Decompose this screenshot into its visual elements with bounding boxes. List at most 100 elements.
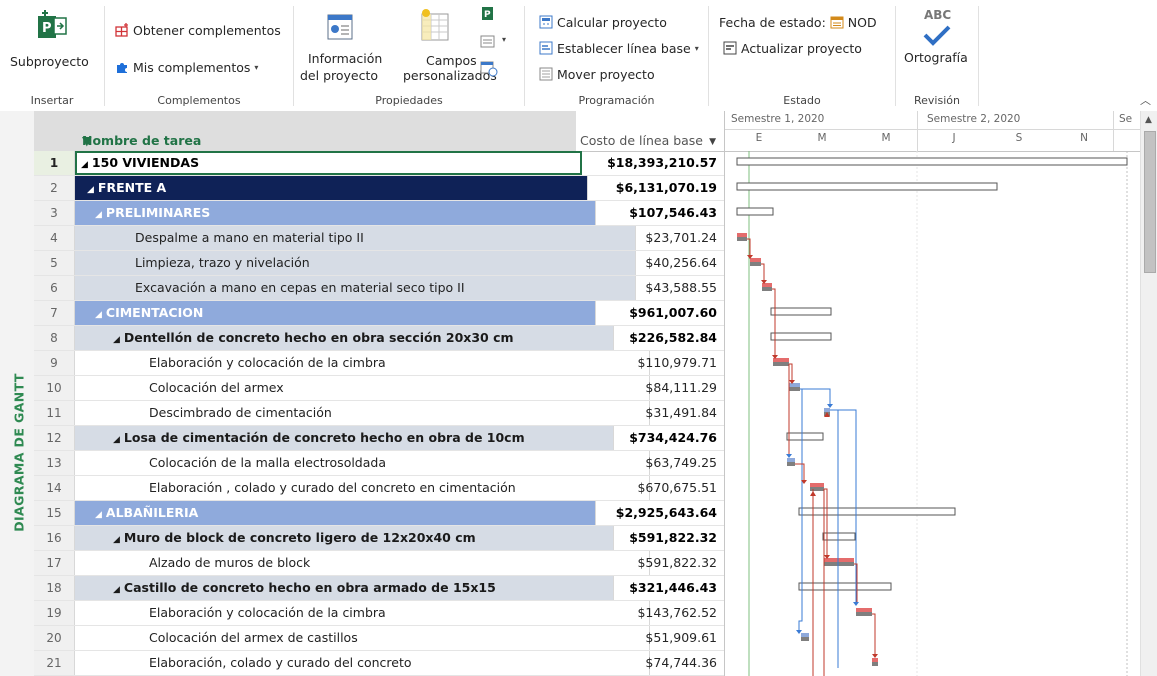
collapse-triangle-icon[interactable]: ◢ xyxy=(113,535,120,545)
collapse-triangle-icon[interactable]: ◢ xyxy=(113,435,120,445)
baseline-cost-cell[interactable]: $670,675.51 xyxy=(576,476,717,500)
column-filter-icon[interactable]: ▼ xyxy=(82,133,572,148)
scroll-up-icon[interactable]: ▲ xyxy=(1145,115,1152,125)
table-row[interactable]: 15 ◢ ALBAÑILERIA $2,925,643.64 xyxy=(34,501,724,526)
field-dropdown-button[interactable]: ▾ xyxy=(480,34,510,50)
baseline-cost-cell[interactable]: $31,491.84 xyxy=(576,401,717,425)
task-name-cell[interactable]: Elaboración y colocación de la cimbra xyxy=(75,601,650,625)
task-bar-5[interactable] xyxy=(750,258,761,266)
task-name-cell[interactable]: Alzado de muros de block xyxy=(75,551,650,575)
baseline-cost-cell[interactable]: $107,546.43 xyxy=(576,201,717,225)
subproject-button[interactable]: P Subproyecto xyxy=(8,6,98,72)
task-name-cell[interactable]: ◢ Losa de cimentación de concreto hecho e… xyxy=(75,426,614,450)
project-info-button[interactable]: Información del proyecto xyxy=(300,6,382,90)
baseline-cost-cell[interactable]: $63,749.25 xyxy=(576,451,717,475)
table-row[interactable]: 10 Colocación del armex $84,111.29 xyxy=(34,376,724,401)
task-bar-4[interactable] xyxy=(737,233,747,241)
baseline-cost-cell[interactable]: $74,744.36 xyxy=(576,651,717,675)
row-number[interactable]: 2 xyxy=(34,176,75,200)
task-bar-20[interactable] xyxy=(801,633,809,641)
task-bar-14[interactable] xyxy=(810,483,824,491)
row-number[interactable]: 4 xyxy=(34,226,75,250)
summary-bar-12[interactable] xyxy=(786,432,824,441)
summary-bar-1[interactable] xyxy=(736,157,1128,166)
baseline-cost-cell[interactable]: $321,446.43 xyxy=(576,576,717,600)
baseline-cost-cell[interactable]: $2,925,643.64 xyxy=(576,501,717,525)
view-label[interactable]: DIAGRAMA DE GANTT xyxy=(12,358,27,548)
collapse-triangle-icon[interactable]: ◢ xyxy=(95,310,102,320)
table-row[interactable]: 6 Excavación a mano en cepas en material… xyxy=(34,276,724,301)
baseline-cost-cell[interactable]: $84,111.29 xyxy=(576,376,717,400)
baseline-cost-cell[interactable]: $40,256.64 xyxy=(576,251,717,275)
collapse-triangle-icon[interactable]: ◢ xyxy=(81,160,88,170)
row-number[interactable]: 20 xyxy=(34,626,75,650)
task-name-cell[interactable]: Colocación del armex xyxy=(75,376,650,400)
row-number[interactable]: 11 xyxy=(34,401,75,425)
table-row[interactable]: 4 Despalme a mano en material tipo II $2… xyxy=(34,226,724,251)
calendar-button[interactable] xyxy=(480,60,498,77)
vertical-scrollbar[interactable]: ▲ xyxy=(1140,111,1157,676)
row-number[interactable]: 1 xyxy=(34,151,75,175)
column-header-task-name[interactable]: Nombre de tarea ▼ xyxy=(74,111,577,151)
task-name-cell[interactable]: Limpieza, trazo y nivelación xyxy=(75,251,636,275)
task-name-cell[interactable]: Colocación del armex de castillos xyxy=(75,626,650,650)
row-number[interactable]: 5 xyxy=(34,251,75,275)
table-row[interactable]: 18 ◢ Castillo de concreto hecho en obra a… xyxy=(34,576,724,601)
task-name-cell[interactable]: ◢ Muro de block de concreto ligero de 12x… xyxy=(75,526,614,550)
gantt-chart[interactable]: Semestre 1, 2020 Semestre 2, 2020 Se E M… xyxy=(724,111,1157,676)
update-project-button[interactable]: Actualizar proyecto xyxy=(723,38,862,58)
task-name-cell[interactable]: Excavación a mano en cepas en material s… xyxy=(75,276,636,300)
table-row[interactable]: 17 Alzado de muros de block $591,822.32 xyxy=(34,551,724,576)
table-row[interactable]: 21 Elaboración, colado y curado del conc… xyxy=(34,651,724,676)
row-number[interactable]: 7 xyxy=(34,301,75,325)
row-number[interactable]: 8 xyxy=(34,326,75,350)
move-project-button[interactable]: Mover proyecto xyxy=(539,64,655,84)
task-bar-21[interactable] xyxy=(872,658,878,666)
summary-bar-16[interactable] xyxy=(822,532,856,541)
task-bar-9[interactable] xyxy=(773,358,789,366)
select-all-corner[interactable] xyxy=(34,111,75,151)
collapse-ribbon-button[interactable]: ︿ xyxy=(1140,92,1151,108)
task-bar-6[interactable] xyxy=(762,283,772,291)
get-addins-button[interactable]: Obtener complementos xyxy=(115,20,281,40)
summary-bar-7[interactable] xyxy=(770,307,832,316)
task-name-cell[interactable]: Elaboración y colocación de la cimbra xyxy=(75,351,650,375)
table-row[interactable]: 16 ◢ Muro de block de concreto ligero de … xyxy=(34,526,724,551)
task-name-cell[interactable]: Elaboración, colado y curado del concret… xyxy=(75,651,650,675)
table-row[interactable]: 8 ◢ Dentellón de concreto hecho en obra s… xyxy=(34,326,724,351)
table-row[interactable]: 1 ◢ 150 VIVIENDAS $18,393,210.57 xyxy=(34,151,724,176)
row-number[interactable]: 18 xyxy=(34,576,75,600)
publish-icon-button[interactable]: P xyxy=(480,6,496,22)
row-number[interactable]: 16 xyxy=(34,526,75,550)
baseline-cost-cell[interactable]: $23,701.24 xyxy=(576,226,717,250)
table-row[interactable]: 14 Elaboración , colado y curado del con… xyxy=(34,476,724,501)
baseline-cost-cell[interactable]: $43,588.55 xyxy=(576,276,717,300)
row-number[interactable]: 12 xyxy=(34,426,75,450)
row-number[interactable]: 14 xyxy=(34,476,75,500)
task-name-cell[interactable]: Colocación de la malla electrosoldada xyxy=(75,451,650,475)
baseline-cost-cell[interactable]: $6,131,070.19 xyxy=(576,176,717,200)
task-name-cell[interactable]: ◢ PRELIMINARES xyxy=(75,201,596,225)
task-name-cell[interactable]: ◢ Castillo de concreto hecho en obra arma… xyxy=(75,576,614,600)
collapse-triangle-icon[interactable]: ◢ xyxy=(95,210,102,220)
table-row[interactable]: 5 Limpieza, trazo y nivelación $40,256.6… xyxy=(34,251,724,276)
collapse-triangle-icon[interactable]: ◢ xyxy=(113,335,120,345)
summary-bar-15[interactable] xyxy=(798,507,956,516)
table-row[interactable]: 7 ◢ CIMENTACION $961,007.60 xyxy=(34,301,724,326)
table-row[interactable]: 2 ◢ FRENTE A $6,131,070.19 xyxy=(34,176,724,201)
task-name-cell[interactable]: ◢ FRENTE A xyxy=(75,176,588,200)
row-number[interactable]: 21 xyxy=(34,651,75,675)
task-bar-10[interactable] xyxy=(789,383,800,391)
row-number[interactable]: 15 xyxy=(34,501,75,525)
my-addins-button[interactable]: Mis complementos ▾ xyxy=(115,57,258,77)
task-name-cell[interactable]: ◢ 150 VIVIENDAS xyxy=(75,151,582,175)
status-date-control[interactable]: Fecha de estado: NOD xyxy=(719,12,877,32)
scrollbar-thumb[interactable] xyxy=(1144,131,1156,273)
summary-bar-8[interactable] xyxy=(770,332,832,341)
table-row[interactable]: 13 Colocación de la malla electrosoldada… xyxy=(34,451,724,476)
table-row[interactable]: 9 Elaboración y colocación de la cimbra … xyxy=(34,351,724,376)
row-number[interactable]: 6 xyxy=(34,276,75,300)
calculate-project-button[interactable]: Calcular proyecto xyxy=(539,12,667,32)
baseline-cost-cell[interactable]: $734,424.76 xyxy=(576,426,717,450)
task-bar-13[interactable] xyxy=(787,458,795,466)
